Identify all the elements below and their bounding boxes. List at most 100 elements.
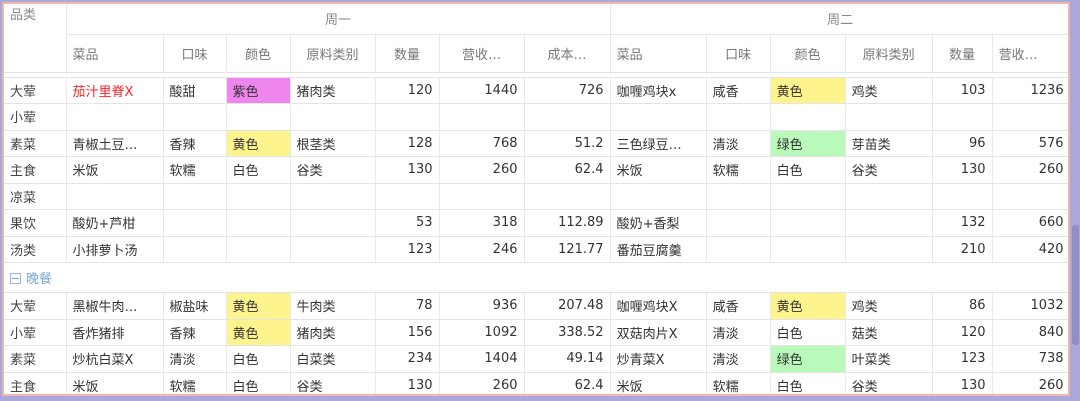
col-header-quantity[interactable]: 数量 (375, 34, 440, 73)
quantity-cell[interactable]: 120 (375, 77, 440, 104)
col-header-taste-day2[interactable]: 口味 (706, 34, 771, 73)
table-row[interactable]: 大荤 茄汁里脊X 酸甜 紫色 猪肉类 120 1440 726 咖喱鸡块x 咸香 黄色 鸡类 103 12… (4, 77, 1068, 104)
dish-cell[interactable]: 小排萝卜汤 (66, 236, 164, 263)
category-cell[interactable]: 小荤 (4, 319, 67, 346)
revenue-cell[interactable]: 1404 (439, 345, 525, 373)
table-row[interactable]: 大荤 黑椒牛肉… 椒盐味 黄色 牛肉类 78 936 207.48 咖喱鸡块X 咸香 黄色 鸡类 86 1… (4, 292, 1068, 320)
color-cell[interactable]: 白色 (226, 345, 291, 373)
cost-cell[interactable]: 207.48 (524, 292, 611, 320)
category-cell[interactable]: 果饮 (4, 209, 67, 237)
dish-cell-day2[interactable] (610, 183, 707, 210)
quantity-cell[interactable]: 156 (375, 319, 440, 346)
category-cell[interactable]: 小荤 (4, 103, 67, 131)
quantity-cell-day2[interactable]: 130 (932, 372, 993, 394)
taste-cell[interactable] (163, 103, 227, 131)
quantity-cell[interactable]: 53 (375, 209, 440, 237)
category-cell[interactable]: 汤类 (4, 236, 67, 263)
revenue-cell-day2[interactable] (992, 103, 1068, 131)
dish-cell[interactable]: 酸奶+芦柑 (66, 209, 164, 237)
taste-cell-day2[interactable]: 咸香 (706, 292, 771, 320)
material-cell[interactable] (290, 209, 376, 237)
dish-cell-day2[interactable]: 炒青菜X (610, 345, 707, 373)
table-row[interactable]: 小荤 (4, 103, 1068, 131)
cost-cell[interactable]: 112.89 (524, 209, 611, 237)
taste-cell-day2[interactable] (706, 209, 771, 237)
category-cell[interactable]: 素菜 (4, 345, 67, 373)
revenue-cell-day2[interactable]: 840 (992, 319, 1068, 346)
cost-cell[interactable]: 121.77 (524, 236, 611, 263)
material-cell[interactable]: 猪肉类 (290, 77, 376, 104)
dish-cell[interactable]: 青椒土豆… (66, 130, 164, 157)
table-row[interactable]: 素菜 炒杭白菜X 清淡 白色 白菜类 234 1404 49.14 炒青菜X 清淡 绿色 叶菜类 123… (4, 345, 1068, 373)
quantity-cell-day2[interactable] (932, 103, 993, 131)
revenue-cell[interactable]: 260 (439, 156, 525, 184)
col-header-material-day2[interactable]: 原料类别 (845, 34, 933, 73)
col-header-quantity-day2[interactable]: 数量 (932, 34, 993, 73)
taste-cell[interactable]: 酸甜 (163, 77, 227, 104)
dish-cell[interactable] (66, 183, 164, 210)
vertical-scrollbar[interactable] (1071, 0, 1080, 401)
quantity-cell-day2[interactable]: 86 (932, 292, 993, 320)
cost-cell[interactable] (524, 183, 611, 210)
dish-cell[interactable]: 炒杭白菜X (66, 345, 164, 373)
col-header-revenue[interactable]: 营收… (439, 34, 525, 73)
revenue-cell-day2[interactable]: 260 (992, 156, 1068, 184)
color-cell-day2[interactable] (770, 236, 846, 263)
quantity-cell[interactable]: 123 (375, 236, 440, 263)
material-cell-day2[interactable]: 谷类 (845, 156, 933, 184)
cost-cell[interactable]: 51.2 (524, 130, 611, 157)
taste-cell[interactable]: 椒盐味 (163, 292, 227, 320)
revenue-cell-day2[interactable]: 660 (992, 209, 1068, 237)
color-cell[interactable]: 黄色 (226, 292, 291, 320)
material-cell-day2[interactable]: 鸡类 (845, 292, 933, 320)
revenue-cell[interactable]: 936 (439, 292, 525, 320)
revenue-cell[interactable]: 246 (439, 236, 525, 263)
vertical-scrollbar-thumb[interactable] (1072, 225, 1079, 345)
dish-cell[interactable]: 米饭 (66, 156, 164, 184)
col-header-dish[interactable]: 菜品 (66, 34, 164, 73)
cost-cell[interactable]: 726 (524, 77, 611, 104)
dish-cell-day2[interactable]: 双菇肉片X (610, 319, 707, 346)
color-cell-day2[interactable] (770, 103, 846, 131)
dish-cell[interactable]: 茄汁里脊X (66, 77, 164, 104)
revenue-cell-day2[interactable]: 576 (992, 130, 1068, 157)
table-row[interactable]: 凉菜 (4, 183, 1068, 210)
col-header-cost[interactable]: 成本… (524, 34, 611, 73)
quantity-cell[interactable] (375, 183, 440, 210)
quantity-cell-day2[interactable]: 210 (932, 236, 993, 263)
quantity-cell-day2[interactable]: 96 (932, 130, 993, 157)
quantity-cell-day2[interactable] (932, 183, 993, 210)
color-cell-day2[interactable]: 绿色 (770, 345, 846, 373)
dish-cell-day2[interactable]: 米饭 (610, 372, 707, 394)
quantity-cell[interactable] (375, 103, 440, 131)
table-row[interactable]: 小荤 香炸猪排 香辣 黄色 猪肉类 156 1092 338.52 双菇肉片X 清淡 白色 菇类 120… (4, 319, 1068, 346)
dish-cell[interactable]: 黑椒牛肉… (66, 292, 164, 320)
col-header-color-day2[interactable]: 颜色 (770, 34, 846, 73)
material-cell[interactable]: 白菜类 (290, 345, 376, 373)
cost-cell[interactable] (524, 103, 611, 131)
color-cell[interactable]: 黄色 (226, 130, 291, 157)
material-cell[interactable]: 根茎类 (290, 130, 376, 157)
color-cell[interactable] (226, 103, 291, 131)
material-cell[interactable] (290, 103, 376, 131)
revenue-cell-day2[interactable]: 738 (992, 345, 1068, 373)
revenue-cell[interactable]: 1440 (439, 77, 525, 104)
quantity-cell[interactable]: 130 (375, 372, 440, 394)
material-cell-day2[interactable]: 菇类 (845, 319, 933, 346)
dish-cell-day2[interactable]: 酸奶+香梨 (610, 209, 707, 237)
color-cell[interactable]: 紫色 (226, 77, 291, 104)
quantity-cell[interactable]: 78 (375, 292, 440, 320)
material-cell[interactable]: 猪肉类 (290, 319, 376, 346)
quantity-cell-day2[interactable]: 130 (932, 156, 993, 184)
material-cell-day2[interactable] (845, 103, 933, 131)
quantity-cell-day2[interactable]: 120 (932, 319, 993, 346)
taste-cell-day2[interactable] (706, 103, 771, 131)
dish-cell[interactable] (66, 103, 164, 131)
taste-cell-day2[interactable]: 咸香 (706, 77, 771, 104)
color-cell-day2[interactable]: 白色 (770, 372, 846, 394)
table-row[interactable]: 主食 米饭 软糯 白色 谷类 130 260 62.4 米饭 软糯 白色 谷类 130 260 (4, 372, 1068, 394)
category-cell[interactable]: 主食 (4, 156, 67, 184)
category-cell[interactable]: 主食 (4, 372, 67, 394)
taste-cell[interactable] (163, 209, 227, 237)
taste-cell[interactable] (163, 183, 227, 210)
